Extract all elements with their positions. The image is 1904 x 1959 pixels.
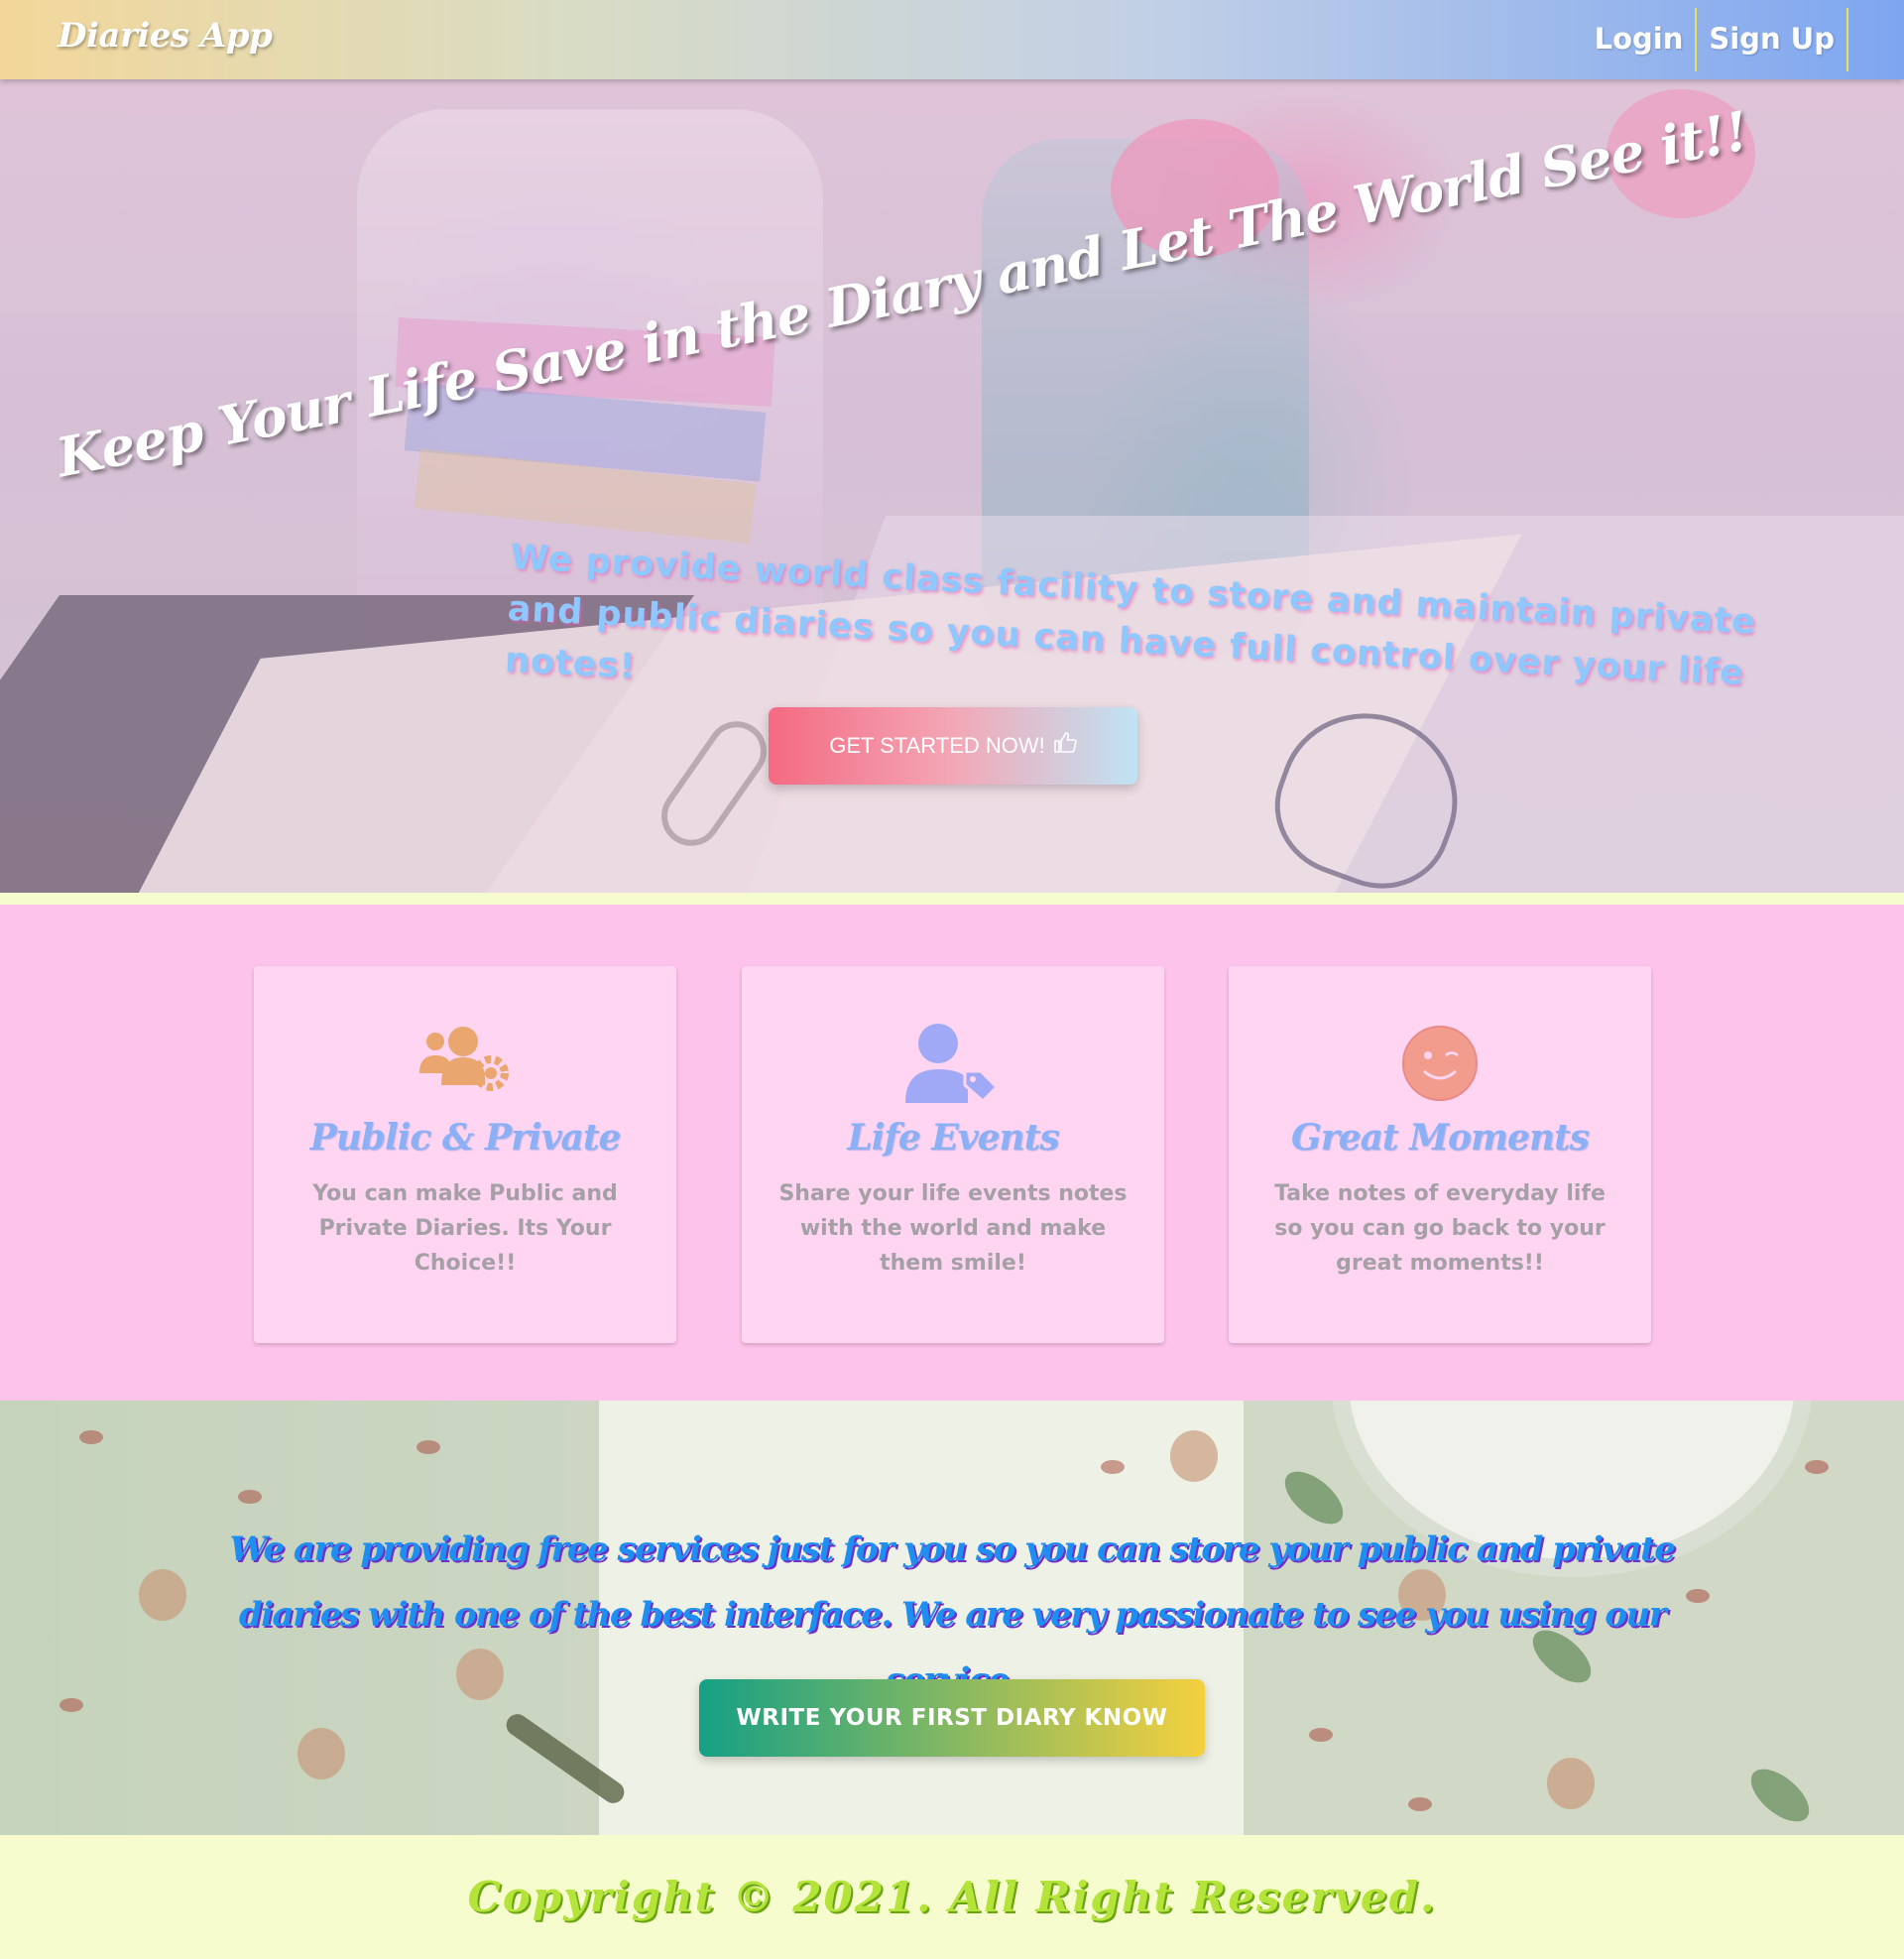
service-bg-rose [298,1728,345,1779]
service-bg-petal [1309,1728,1333,1742]
features-section: Public & Private You can make Public and… [0,905,1904,1401]
feature-title: Life Events [847,1117,1059,1159]
service-bg-rose [1170,1430,1218,1482]
service-bg-petal [1408,1797,1432,1811]
service-section: We are providing free services just for … [0,1401,1904,1835]
thumbs-up-icon [1053,731,1077,762]
feature-card-life-events: Life Events Share your life events notes… [742,966,1164,1343]
brand-logo[interactable]: Diaries App [58,16,273,56]
service-bg-rose [1547,1758,1595,1809]
feature-card-public-private: Public & Private You can make Public and… [254,966,676,1343]
feature-text: You can make Public and Private Diaries.… [312,1181,618,1276]
nav-links: Login Sign Up [1583,8,1848,71]
service-bg-petal [79,1430,103,1444]
login-link[interactable]: Login [1583,8,1698,71]
service-bg-leaf [1741,1759,1819,1832]
service-bg-petal [1101,1460,1125,1474]
feature-title: Public & Private [309,1117,622,1159]
navbar: Diaries App Login Sign Up [0,0,1904,79]
get-started-button[interactable]: GET STARTED NOW! [769,707,1137,785]
service-bg-petal [1805,1460,1829,1474]
signup-link[interactable]: Sign Up [1697,8,1848,71]
service-bg-petal [238,1490,262,1504]
user-tag-icon [742,1024,1164,1103]
footer: Copyright © 2021. All Right Reserved. [0,1835,1904,1959]
hero-section: Keep Your Life Save in the Diary and Let… [0,79,1904,893]
write-first-diary-button[interactable]: WRITE YOUR FIRST DIARY KNOW [699,1679,1205,1757]
service-bg-petal [60,1698,83,1712]
feature-card-great-moments: Great Moments Take notes of everyday lif… [1229,966,1651,1343]
feature-title: Great Moments [1290,1117,1590,1159]
get-started-label: GET STARTED NOW! [829,733,1045,758]
copyright-text: Copyright © 2021. All Right Reserved. [467,1873,1437,1921]
users-cog-icon [254,1024,676,1103]
feature-text: Take notes of everyday life so you can g… [1274,1181,1606,1276]
wink-smile-icon [1229,1024,1651,1103]
service-bg-petal [416,1440,440,1454]
feature-text: Share your life events notes with the wo… [778,1181,1128,1276]
